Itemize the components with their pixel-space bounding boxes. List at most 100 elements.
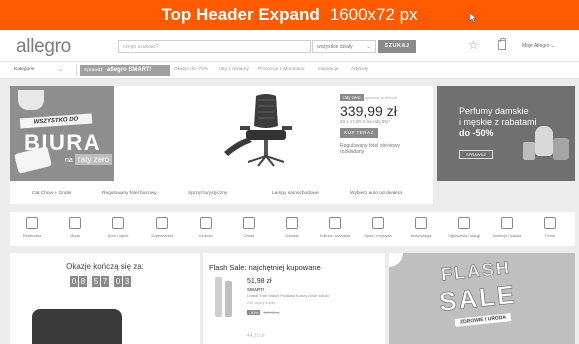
hero-tab-cat-chow[interactable]: Cat Chow + Gratis bbox=[32, 191, 71, 196]
office-chair-image[interactable] bbox=[218, 92, 308, 176]
category-dom-i-ogrod[interactable]: Dom i ogród bbox=[98, 212, 138, 246]
product-price: 339,99 zł bbox=[340, 103, 397, 119]
category-label: Kultura i rozrywka bbox=[319, 234, 351, 238]
category-label: Moda bbox=[70, 234, 80, 238]
timer-digit: 0 bbox=[70, 275, 78, 287]
decor-shape bbox=[389, 253, 403, 267]
nav-link-okazje[interactable]: Okazje do -70% bbox=[174, 67, 208, 72]
coffee-cup-icon bbox=[18, 90, 44, 110]
category-label: Dom i ogród bbox=[107, 234, 129, 238]
smart-prefix: Sprawdź bbox=[84, 68, 103, 73]
deals-countdown-panel: Okazje kończą się za: 0 8 : 5 7 : 0 3 bbox=[10, 253, 200, 344]
category-supermarket[interactable]: Supermarket bbox=[142, 212, 182, 246]
category-moda[interactable]: Moda bbox=[55, 212, 95, 246]
smart-promo-link[interactable]: Sprawdź allegro SMART! bbox=[80, 65, 170, 76]
buy-now-button[interactable]: KUP TERAZ bbox=[340, 128, 378, 138]
cosmetic-tube-image[interactable] bbox=[215, 277, 222, 317]
office-promo-banner[interactable]: WSZYSTKO DO BIURA na raty zero bbox=[10, 86, 114, 181]
flash-sale-panel: Flash Sale: najchętniej kupowane 51,98 z… bbox=[203, 253, 385, 344]
countdown-timer: 0 8 : 5 7 : 0 3 bbox=[70, 275, 132, 287]
nav-link-raty[interactable]: raty z reklamy bbox=[219, 67, 249, 72]
office-banner-raty: raty zero bbox=[75, 154, 113, 165]
category-nav: Kategorie ⌄ Sprawdź allegro SMART! Okazj… bbox=[0, 62, 579, 79]
perfume-line-1: Perfumy damskie bbox=[459, 106, 529, 116]
timer-digit: 3 bbox=[123, 275, 131, 287]
category-motoryzacja[interactable]: Motoryzacja bbox=[401, 212, 441, 246]
star-icon[interactable]: ☆ bbox=[468, 38, 479, 52]
flash-old-price-row: -30% 109,00 zł bbox=[247, 310, 280, 315]
category-label: Elektronika bbox=[22, 234, 42, 238]
flash-product-name[interactable]: Loreal True Match Podkład Kolory Dwie sz… bbox=[247, 293, 329, 298]
frame-icon bbox=[501, 217, 513, 229]
hero-tab-auto[interactable]: Wybierz auto od dealera bbox=[350, 191, 402, 196]
category-label: Kolekcje i sztuka bbox=[492, 234, 522, 238]
dress-icon bbox=[69, 217, 81, 229]
board-icon bbox=[458, 217, 470, 229]
category-dziecko[interactable]: Dziecko bbox=[186, 212, 226, 246]
nav-link-inspiracje[interactable]: Inspiracje bbox=[318, 67, 339, 72]
banner-title: Top Header Expand bbox=[161, 5, 320, 24]
nav-link-artykuly[interactable]: Artykuły bbox=[351, 67, 368, 72]
department-value: wszystkie działy bbox=[317, 44, 353, 50]
phone-icon bbox=[14, 146, 52, 174]
categories-menu[interactable]: Kategorie bbox=[14, 67, 35, 72]
building-icon bbox=[544, 217, 556, 229]
allegro-logo[interactable]: allegro bbox=[16, 36, 71, 58]
department-select[interactable]: wszystkie działy ⌄ bbox=[312, 40, 376, 53]
chevron-down-icon: ⌄ bbox=[550, 43, 556, 49]
lipstick-icon bbox=[243, 217, 255, 229]
book-icon bbox=[329, 217, 341, 229]
cosmetic-tube-image[interactable] bbox=[225, 281, 232, 317]
account-menu[interactable]: Moje Allegro ⌄ bbox=[522, 43, 555, 49]
discount-badge: -30% bbox=[247, 310, 261, 315]
shopping-bag-icon[interactable] bbox=[498, 38, 506, 50]
search-button[interactable]: SZUKAJ bbox=[378, 40, 416, 53]
category-zdrowie[interactable]: Zdrowie bbox=[272, 212, 312, 246]
category-label: Uroda bbox=[243, 234, 255, 238]
category-ogloszenia[interactable]: Ogłoszenia i usługi bbox=[444, 212, 484, 246]
installments-info: 20 x 17,00 zł na raty 0%* bbox=[340, 119, 391, 124]
category-label: Motoryzacja bbox=[410, 234, 432, 238]
mouse-cursor-icon bbox=[470, 13, 477, 23]
category-kolekcje[interactable]: Kolekcje i sztuka bbox=[487, 212, 527, 246]
category-uroda[interactable]: Uroda bbox=[229, 212, 269, 246]
hero-tab-fotel[interactable]: Regulowany fotel biurowy bbox=[102, 191, 157, 196]
laptop-icon bbox=[26, 217, 38, 229]
hero-tabs: Cat Chow + Gratis Regulowany fotel biuro… bbox=[10, 184, 433, 204]
timer-digit: 7 bbox=[101, 275, 109, 287]
category-elektronika[interactable]: Elektronika bbox=[12, 212, 52, 246]
category-firma[interactable]: Firma bbox=[530, 212, 570, 246]
baby-icon bbox=[200, 217, 212, 229]
category-sport[interactable]: Sport i turystyka bbox=[358, 212, 398, 246]
timer-digit: 5 bbox=[92, 275, 100, 287]
nav-link-promocje[interactable]: Promocje z Monetami bbox=[258, 67, 304, 72]
product-description[interactable]: Regulowany fotel obrotowy rozkładany bbox=[340, 143, 410, 155]
next-product-price: 44,10 zł bbox=[247, 333, 265, 339]
flash-sale-word-2: SALE bbox=[437, 279, 518, 318]
hero-carousel: WSZYSTKO DO BIURA na raty zero raty zero… bbox=[10, 86, 433, 204]
hero-tab-sprzet[interactable]: Sprzęt turystyczny bbox=[188, 191, 227, 196]
ball-icon bbox=[372, 217, 384, 229]
timer-digit: 0 bbox=[114, 275, 122, 287]
car-icon bbox=[415, 217, 427, 229]
promo-note: sprawdź w ofercie bbox=[365, 95, 398, 100]
perfume-bottle-image bbox=[523, 142, 535, 160]
perfume-promo-banner[interactable]: Perfumy damskie i męskie z rabatami do -… bbox=[437, 86, 575, 181]
flash-sale-banner[interactable]: FLASH SALE ZDROWIE I URODA bbox=[389, 253, 575, 344]
page: Top Header Expand 1600x72 px allegro cze… bbox=[0, 0, 579, 344]
perfume-line-2: i męskie z rabatami bbox=[459, 117, 537, 127]
basket-icon bbox=[156, 217, 168, 229]
chevron-down-icon: ⌄ bbox=[365, 44, 371, 50]
perfume-discount: do -50% bbox=[459, 128, 494, 138]
category-kultura[interactable]: Kultura i rozrywka bbox=[315, 212, 355, 246]
suitcase-image[interactable] bbox=[32, 309, 122, 344]
perfume-check-button[interactable]: SPRAWDŹ bbox=[459, 150, 493, 159]
raty-zero-badge: raty zero bbox=[340, 94, 364, 101]
house-icon bbox=[112, 217, 124, 229]
first-aid-icon bbox=[286, 217, 298, 229]
hero-tab-lampy[interactable]: Lampy samochodowe bbox=[272, 191, 319, 196]
category-icons-bar: Elektronika Moda Dom i ogród Supermarket… bbox=[10, 212, 575, 246]
search-input[interactable]: czego szukasz? bbox=[118, 40, 311, 53]
category-label: Supermarket bbox=[151, 234, 173, 238]
flash-sale-title: Flash Sale: najchętniej kupowane bbox=[209, 263, 321, 272]
